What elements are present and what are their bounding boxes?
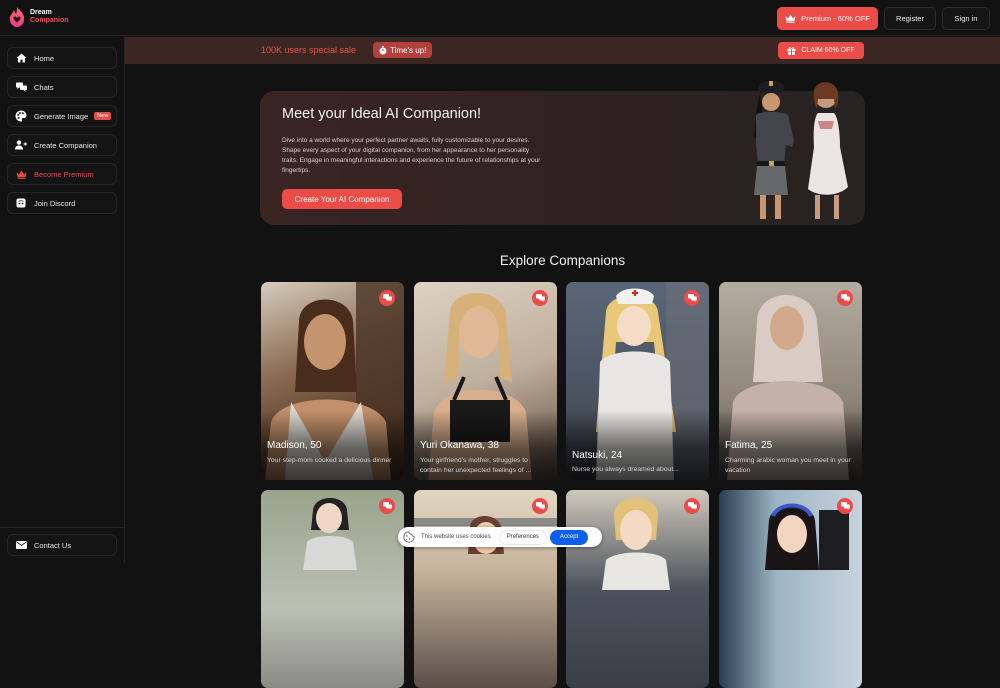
companion-description: Your girlfriend's mother, struggles to c… [420, 457, 532, 474]
start-chat-button[interactable] [684, 290, 700, 306]
chat-icon [535, 502, 545, 510]
promo-banner: 100K users special sale Time's up! CLAIM… [125, 37, 1000, 64]
chat-icon [687, 294, 697, 302]
hero-title: Meet your Ideal AI Companion! [282, 106, 482, 122]
chats-icon [14, 81, 28, 93]
sidebar-item-label: Create Companion [34, 140, 97, 150]
claim-label: CLAIM 60% OFF [801, 47, 855, 54]
companion-card[interactable] [566, 490, 709, 688]
gift-icon [787, 47, 796, 55]
sidebar-item-label: Chats [34, 82, 54, 92]
companion-card-fatima[interactable]: Fatima, 25 Charming arabic woman you mee… [719, 282, 862, 480]
envelope-icon [14, 539, 28, 551]
sidebar-item-become-premium[interactable]: Become Premium [7, 163, 117, 185]
create-companion-cta-button[interactable]: Create Your AI Companion [282, 189, 402, 209]
sidebar-item-contact-us[interactable]: Contact Us [7, 534, 117, 556]
companion-name: Yuri Okanawa, 38 [420, 440, 499, 451]
companion-description: Charming arabic woman you meet in your v… [725, 457, 851, 474]
premium-offer-button[interactable]: Premium - 60% OFF [777, 7, 878, 30]
explore-title: Explore Companions [499, 253, 626, 268]
home-icon [14, 52, 28, 64]
discord-icon [14, 197, 28, 209]
register-label: Register [896, 14, 924, 23]
companion-name: Fatima, 25 [725, 440, 773, 451]
register-button[interactable]: Register [884, 7, 936, 30]
start-chat-button[interactable] [379, 290, 395, 306]
cookie-accept-button[interactable]: Accept [550, 529, 589, 545]
hero-description: Dive into a world where your perfect par… [282, 137, 541, 174]
hero-companions-image [754, 81, 848, 219]
companion-card[interactable] [719, 490, 862, 688]
stopwatch-icon [379, 45, 387, 54]
chat-icon [535, 294, 545, 302]
sidebar-item-label: Become Premium [34, 169, 94, 179]
claim-discount-button[interactable]: CLAIM 60% OFF [778, 42, 864, 59]
chat-icon [382, 502, 392, 510]
sidebar-divider [0, 527, 124, 528]
chat-icon [687, 502, 697, 510]
brand-line2: Companion [30, 17, 69, 24]
start-chat-button[interactable] [379, 498, 395, 514]
hero-banner: Meet your Ideal AI Companion! Dive into … [260, 81, 865, 225]
crown-icon [785, 14, 796, 23]
sidebar-item-create-companion[interactable]: Create Companion [7, 134, 117, 156]
accept-label: Accept [559, 534, 579, 540]
chat-icon [382, 294, 392, 302]
top-header: Dream Companion Premium - 60% OFF Regist… [0, 0, 1000, 36]
start-chat-button[interactable] [532, 290, 548, 306]
cookie-banner: This website uses cookies Preferences Ac… [398, 527, 602, 547]
brand-line1: Dream [30, 9, 52, 16]
sign-in-label: Sign in [954, 14, 978, 23]
sidebar-item-home[interactable]: Home [7, 47, 117, 69]
start-chat-button[interactable] [684, 498, 700, 514]
new-badge: New [94, 112, 112, 120]
cookie-preferences-button[interactable]: Preferences [498, 529, 548, 545]
timer-badge: Time's up! [373, 42, 433, 58]
logo[interactable]: Dream Companion [8, 6, 69, 28]
sidebar-item-label: Join Discord [34, 198, 76, 208]
start-chat-button[interactable] [532, 498, 548, 514]
companion-name: Madison, 50 [267, 440, 322, 451]
companion-name: Natsuki, 24 [572, 450, 623, 461]
chat-icon [840, 502, 850, 510]
companion-card-yuri[interactable]: Yuri Okanawa, 38 Your girlfriend's mothe… [414, 282, 557, 480]
companion-description: Your step-mom cooked a delicious dinner [267, 457, 392, 464]
add-user-icon [14, 139, 28, 151]
companion-photo [414, 515, 557, 554]
sidebar-item-chats[interactable]: Chats [7, 76, 117, 98]
timer-label: Time's up! [390, 45, 427, 55]
sign-in-button[interactable]: Sign in [942, 7, 990, 30]
palette-icon [14, 110, 28, 122]
companion-photo [765, 503, 849, 570]
companion-photo [602, 497, 670, 590]
companion-card[interactable] [261, 490, 404, 688]
sidebar: Home Chats Generate Image New Create Com… [0, 36, 125, 563]
companion-description: Nurse you always dreamed about... [572, 466, 679, 473]
companion-card-madison[interactable]: Madison, 50 Your step-mom cooked a delic… [261, 282, 404, 480]
sidebar-item-generate-image[interactable]: Generate Image New [7, 105, 117, 127]
companion-photo [303, 498, 357, 570]
promo-text: 100K users special sale [261, 45, 357, 55]
cookie-icon [403, 531, 415, 543]
premium-offer-label: Premium - 60% OFF [801, 14, 870, 23]
preferences-label: Preferences [506, 534, 540, 540]
sidebar-item-label: Home [34, 53, 55, 63]
crown-icon [14, 168, 28, 180]
sidebar-item-join-discord[interactable]: Join Discord [7, 192, 117, 214]
sidebar-item-label: Contact Us [34, 540, 72, 550]
companion-card-natsuki[interactable]: Natsuki, 24 Nurse you always dreamed abo… [566, 282, 709, 480]
cta-label: Create Your AI Companion [294, 194, 390, 204]
flame-heart-icon [9, 7, 25, 27]
companion-card[interactable] [414, 490, 557, 688]
chat-icon [840, 294, 850, 302]
cookie-text: This website uses cookies [421, 534, 491, 540]
start-chat-button[interactable] [837, 498, 853, 514]
sidebar-item-label: Generate Image [34, 111, 89, 121]
start-chat-button[interactable] [837, 290, 853, 306]
